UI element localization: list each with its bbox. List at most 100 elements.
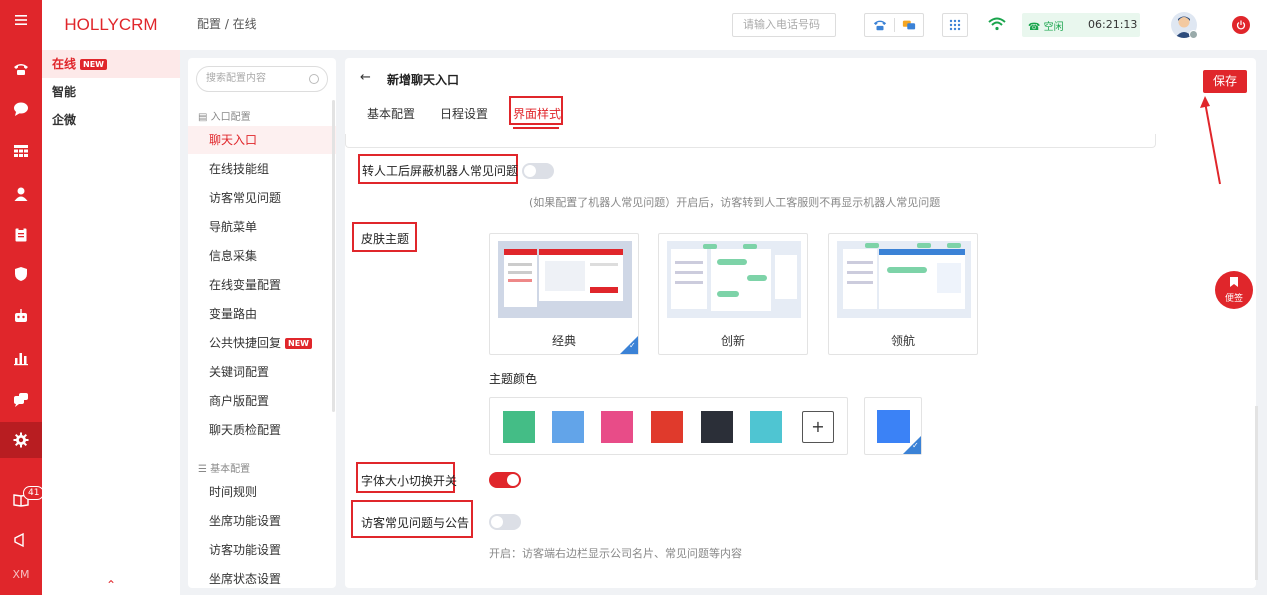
logout-button[interactable] [1232,16,1250,34]
status-text: ☎ 空闲 [1028,22,1064,33]
tab-schedule[interactable]: 日程设置 [440,105,488,122]
color-swatch-light-blue[interactable] [552,411,584,443]
theme-card-navigator[interactable]: 领航 [828,233,978,355]
message-icon[interactable] [0,382,42,418]
font-size-switch-label: 字体大小切换开关 [361,474,458,488]
block-robot-faq-toggle[interactable] [522,163,554,179]
gear-icon[interactable] [0,422,42,458]
user-icon[interactable] [0,176,42,212]
tab-basic[interactable]: 基本配置 [367,105,415,122]
brand-logo: HOLLYCRM [64,15,158,34]
phone-icon[interactable] [0,51,42,87]
selected-check-icon [903,436,921,454]
bar-chart-icon[interactable] [0,340,42,376]
color-swatch-pink[interactable] [601,411,633,443]
selected-color[interactable] [864,397,922,455]
top-header: 配置 / 在线 请输入电话号码 ☎ 空闲 06:21:13 [180,0,1267,50]
previous-field-bottom [345,134,1156,148]
grid-icon[interactable] [0,133,42,169]
theme-card-classic[interactable]: 经典 [489,233,639,355]
offline-dot [1189,30,1198,39]
menu-icon[interactable] [0,2,42,38]
annotation-arrow-icon [1200,96,1221,185]
menu-item-time-rules[interactable]: 时间规则 [188,478,336,506]
chat-icon[interactable] [0,91,42,127]
menu-item-quick-reply[interactable]: 公共快捷回复 NEW [188,329,336,357]
menu-item-nav-menu[interactable]: 导航菜单 [188,213,336,241]
category-wecom[interactable]: 企微 [42,106,180,134]
bookmark-icon [1230,277,1238,287]
category-online[interactable]: 在线 NEW [42,50,180,78]
theme-name: 经典 [551,334,576,348]
new-badge: NEW [285,338,312,349]
note-button[interactable]: 便签 [1215,271,1253,309]
block-robot-faq-label: 转人工后屏蔽机器人常见问题 [362,164,519,178]
category-ai[interactable]: 智能 [42,78,180,106]
menu-item-online-vars[interactable]: 在线变量配置 [188,271,336,299]
color-swatch-green[interactable] [503,411,535,443]
save-button[interactable]: 保存 [1203,70,1247,93]
block-robot-faq-hint: (如果配置了机器人常见问题）开启后，访客转到人工客服则不再显示机器人常见问题 [529,196,941,209]
breadcrumb: 配置 / 在线 [197,17,257,31]
add-color-button[interactable]: + [802,411,834,443]
robot-icon[interactable] [0,298,42,334]
font-size-switch-toggle[interactable] [489,472,521,488]
wifi-icon [988,17,1006,31]
back-arrow-icon[interactable]: ← [360,70,371,85]
menu-item-chat-entry[interactable]: 聊天入口 [188,126,336,154]
category-column: HOLLYCRM 在线 NEW 智能 企微 ⌃ [42,0,180,595]
selected-check-icon [620,336,638,354]
main-scrollbar[interactable] [1255,406,1258,580]
dialpad-icon [949,19,961,31]
theme-name: 创新 [720,334,745,348]
theme-preview-image [837,241,971,318]
theme-preview-image [667,241,801,318]
clipboard-icon[interactable] [0,216,42,252]
menu-item-visitor-faq[interactable]: 访客常见问题 [188,184,336,212]
phone-input[interactable]: 请输入电话号码 [732,13,836,37]
message-icon [902,20,915,30]
color-swatch-red[interactable] [651,411,683,443]
theme-card-innovation[interactable]: 创新 [658,233,808,355]
call-tools[interactable] [864,13,924,37]
category-label: 在线 [52,57,77,71]
collapse-handle[interactable]: ⌃ [106,578,116,592]
menu-item-info-collect[interactable]: 信息采集 [188,242,336,270]
search-icon [309,74,319,84]
menu-item-merchant[interactable]: 商户版配置 [188,387,336,415]
menu-item-chat-qa[interactable]: 聊天质检配置 [188,416,336,444]
category-label: 智能 [52,85,77,99]
call-icon [873,20,886,31]
menu-item-var-routing[interactable]: 变量路由 [188,300,336,328]
menu-item-label: 公共快捷回复 [209,336,282,350]
theme-preview-image [498,241,632,318]
menu-item-skill-group[interactable]: 在线技能组 [188,155,336,183]
theme-color-palette: + [489,397,848,455]
visitor-faq-toggle[interactable] [489,514,521,530]
tab-underline [513,127,559,129]
menu-item-visitor-func[interactable]: 访客功能设置 [188,536,336,564]
menu-scrollbar[interactable] [332,100,335,412]
highlight-box [509,96,563,125]
note-label: 便签 [1224,294,1243,304]
theme-color-label: 主题颜色 [489,372,538,386]
menu-item-agent-status[interactable]: 坐席状态设置 [188,565,336,588]
menu-item-agent-func[interactable]: 坐席功能设置 [188,507,336,535]
power-icon [1236,20,1246,30]
new-badge: NEW [80,59,107,70]
left-rail: 41 XM [0,0,45,595]
visitor-faq-label: 访客常见问题与公告 [361,516,470,530]
shield-icon[interactable] [0,256,42,292]
menu-group-entry: ▤ 入口配置 [198,112,251,123]
agent-status[interactable]: ☎ 空闲 06:21:13 [1022,13,1140,37]
config-menu: 搜索配置内容 ▤ 入口配置 聊天入口 在线技能组 访客常见问题 导航菜单 信息采… [188,58,336,588]
status-timer: 06:21:13 [1088,18,1138,31]
dialpad-button[interactable] [942,13,968,37]
color-swatch-cyan[interactable] [750,411,782,443]
config-search-input[interactable]: 搜索配置内容 [196,66,328,92]
rail-bottom-label: XM [12,568,30,581]
category-label: 企微 [52,113,77,127]
color-swatch-dark[interactable] [701,411,733,443]
megaphone-icon[interactable] [0,522,42,558]
menu-item-keywords[interactable]: 关键词配置 [188,358,336,386]
